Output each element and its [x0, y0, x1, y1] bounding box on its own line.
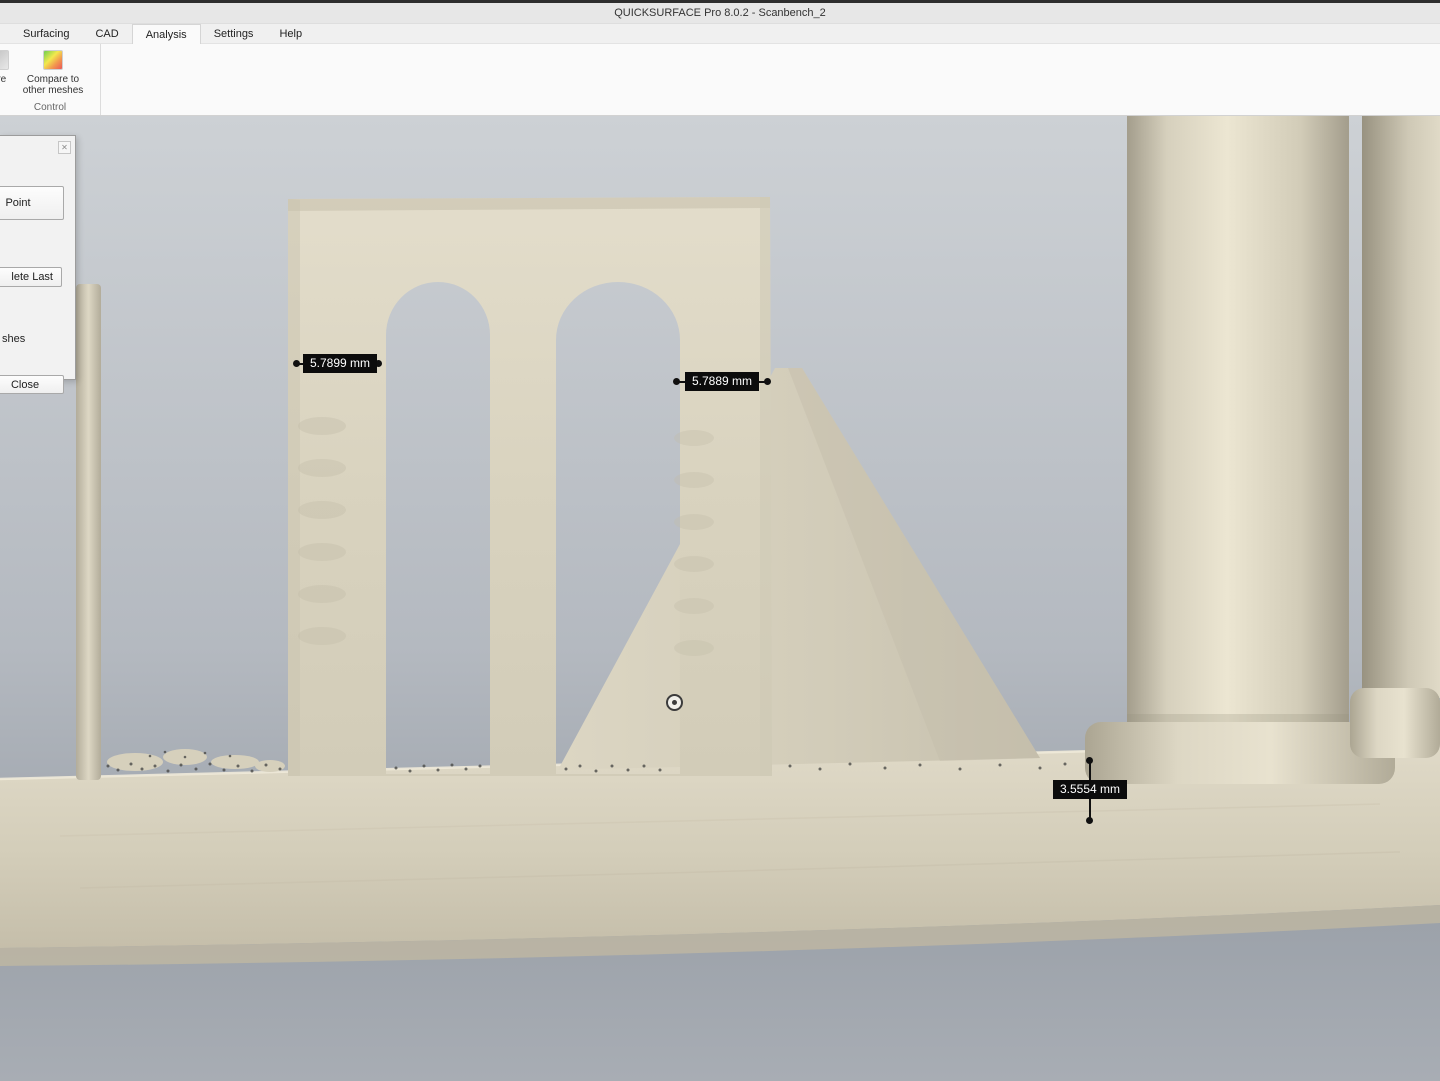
mesh-right-column[interactable]	[1350, 116, 1440, 758]
rotation-center-icon	[666, 694, 683, 711]
measurement-label-1[interactable]: 5.7899 mm	[303, 354, 377, 373]
heatmap-compare-icon	[43, 50, 63, 70]
delete-last-button[interactable]: lete Last	[0, 267, 62, 287]
measurement-endpoint[interactable]	[293, 360, 300, 367]
ribbon-group-control: are Compare to other meshes Control	[0, 44, 101, 115]
compare-button-label: are	[0, 74, 6, 85]
tab-cad[interactable]: CAD	[82, 24, 131, 43]
dialog-close-icon[interactable]: ✕	[58, 141, 71, 154]
measure-dialog: ✕ Point lete Last shes Close	[0, 135, 76, 380]
tab-surfacing[interactable]: Surfacing	[10, 24, 82, 43]
ribbon-group-label: Control	[0, 102, 100, 113]
measurement-endpoint[interactable]	[764, 378, 771, 385]
measurement-label-2[interactable]: 5.7889 mm	[685, 372, 759, 391]
tab-settings[interactable]: Settings	[201, 24, 267, 43]
measurement-label-3[interactable]: 3.5554 mm	[1053, 780, 1127, 799]
ribbon: are Compare to other meshes Control	[0, 44, 1440, 116]
measurement-endpoint[interactable]	[1086, 757, 1093, 764]
scene-3d[interactable]	[0, 116, 1440, 1081]
window-title: QUICKSURFACE Pro 8.0.2 - Scanbench_2	[614, 7, 826, 19]
titlebar[interactable]: QUICKSURFACE Pro 8.0.2 - Scanbench_2	[0, 3, 1440, 24]
close-button[interactable]: Close	[0, 375, 64, 394]
mesh-large-column[interactable]	[1085, 116, 1395, 784]
tab-help[interactable]: Help	[266, 24, 315, 43]
viewport-3d[interactable]: 5.7899 mm 5.7889 mm 3.5554 mm ✕ Point le…	[0, 116, 1440, 1081]
mesh-arch-structure[interactable]	[288, 197, 772, 776]
tab-analysis[interactable]: Analysis	[132, 24, 201, 44]
measurement-endpoint[interactable]	[1086, 817, 1093, 824]
compare-icon	[0, 50, 9, 70]
mesh-left-post[interactable]	[76, 284, 101, 780]
measurement-endpoint[interactable]	[673, 378, 680, 385]
compare-button-partial[interactable]: are	[0, 50, 12, 85]
compare-to-other-meshes-button[interactable]: Compare to other meshes	[22, 50, 84, 96]
menubar: Surfacing CAD Analysis Settings Help	[0, 24, 1440, 44]
point-button[interactable]: Point	[0, 186, 64, 220]
compare-to-other-meshes-label: Compare to other meshes	[22, 74, 84, 96]
meshes-label-fragment: shes	[2, 333, 25, 345]
